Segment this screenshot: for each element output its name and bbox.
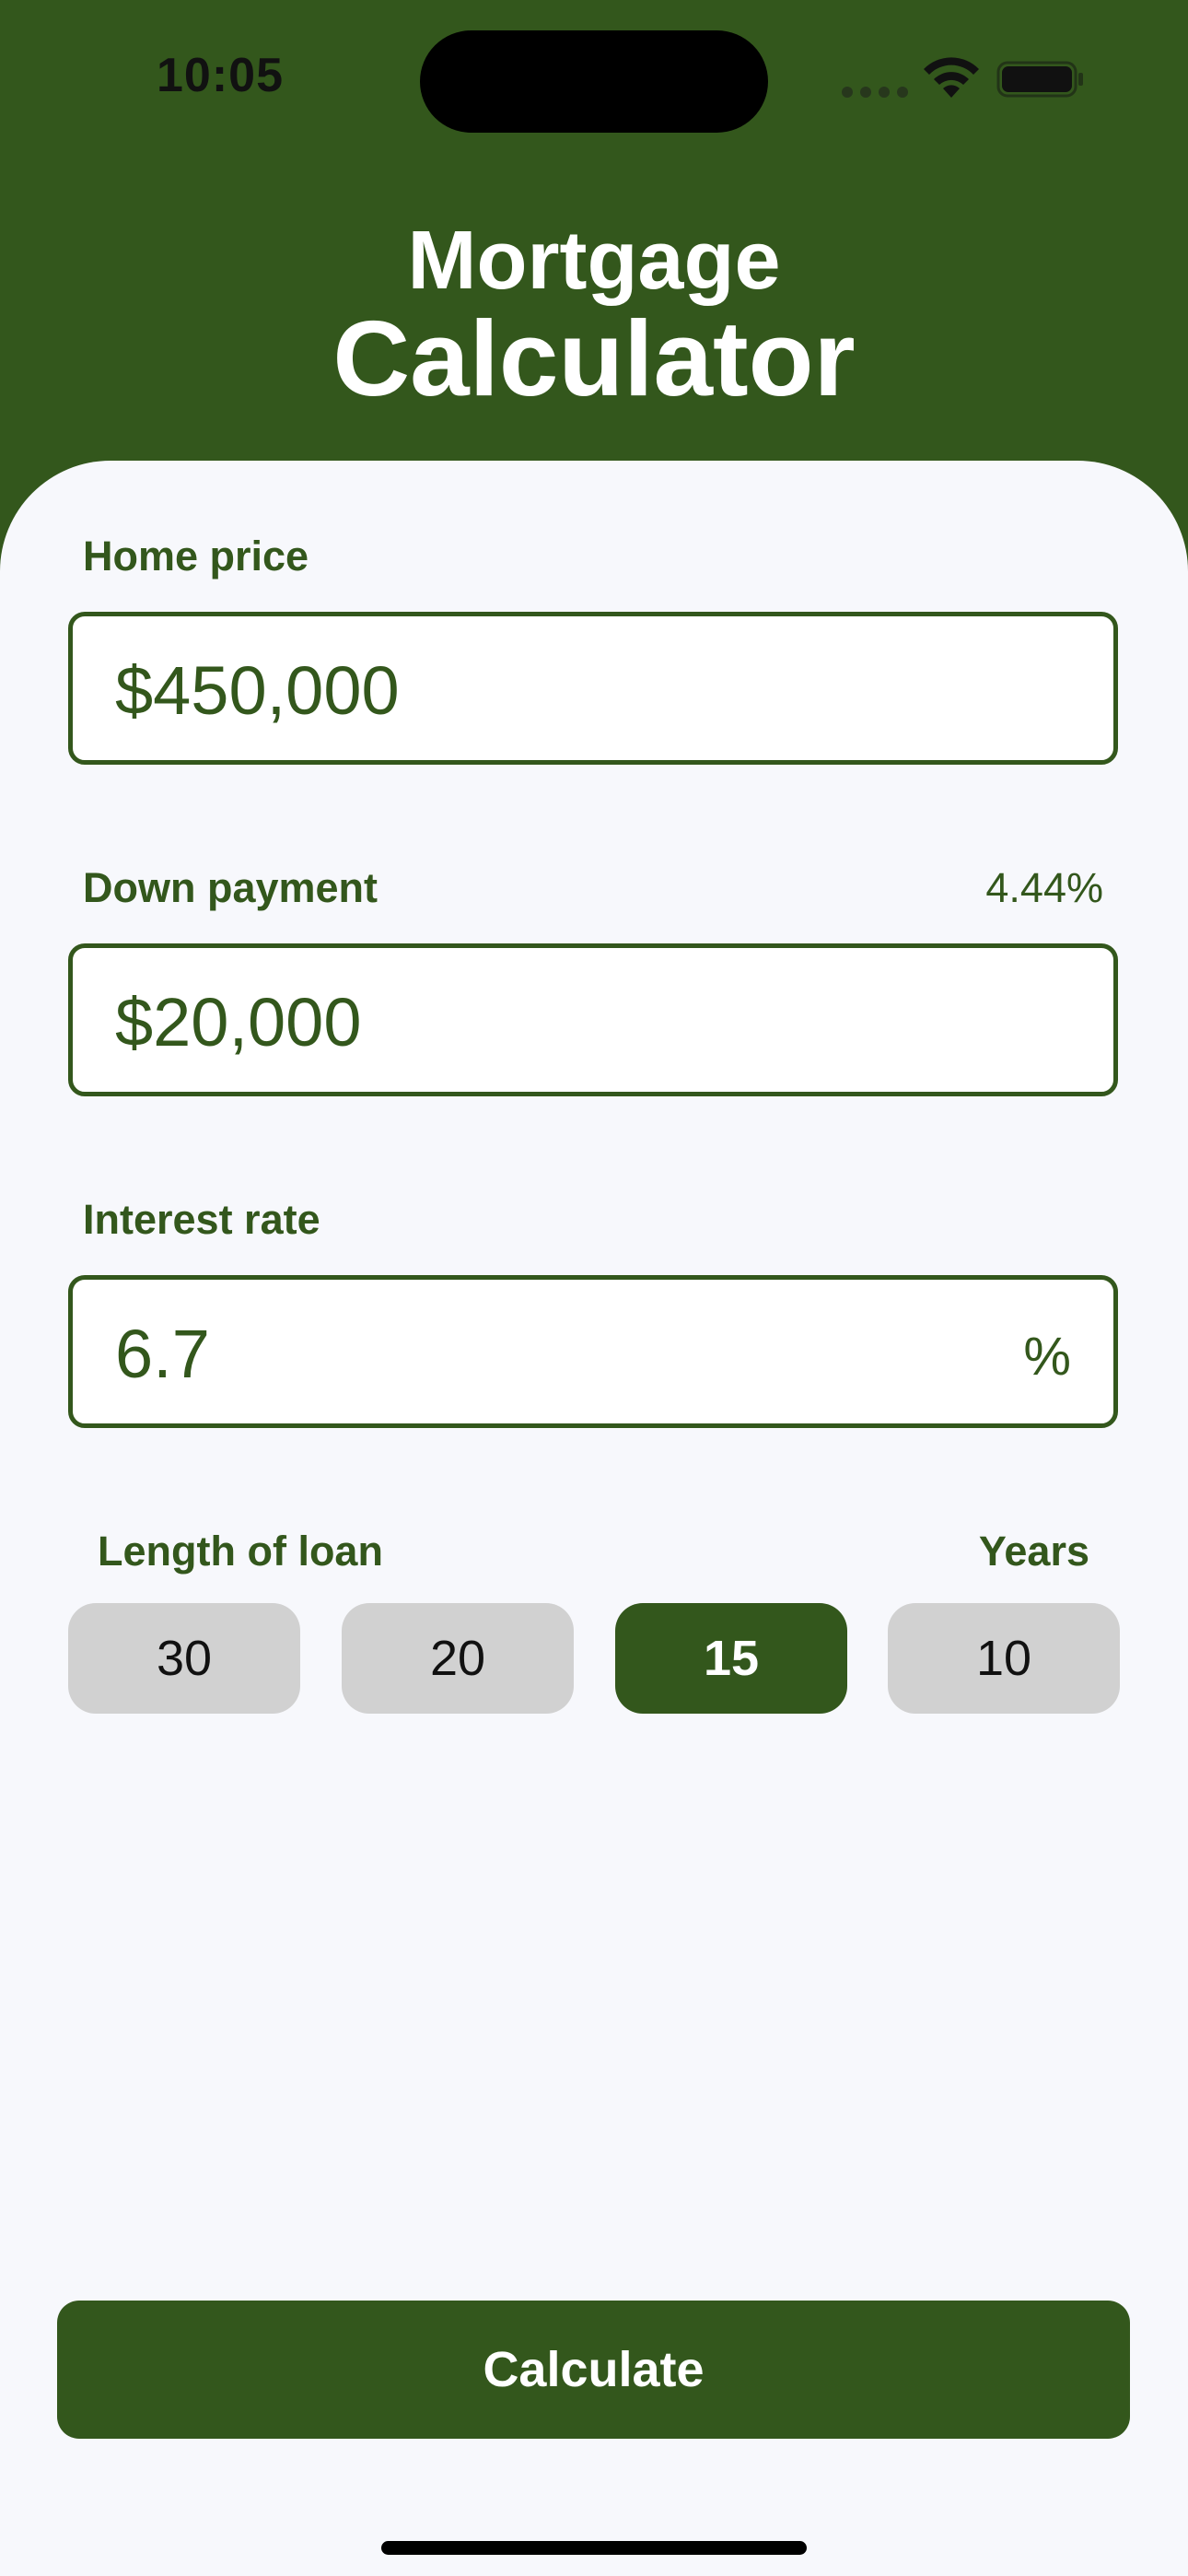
loan-term-10-button[interactable]: 10 [888,1603,1120,1714]
home-price-label: Home price [83,533,309,580]
loan-term-20-button[interactable]: 20 [342,1603,574,1714]
down-payment-value: $20,000 [115,984,362,1060]
home-price-value: $450,000 [115,652,400,729]
cellular-signal-icon [842,87,908,98]
page-title-line2: Calculator [332,299,856,418]
mortgage-calculator-screen: 10:05 Mortgage Calculator Home price $45… [0,0,1188,2576]
wifi-icon [924,57,979,98]
interest-rate-input[interactable]: 6.7 % [68,1275,1118,1428]
interest-rate-value: 6.7 [115,1316,210,1392]
battery-icon [996,61,1083,98]
home-price-input[interactable]: $450,000 [68,612,1118,765]
interest-rate-label: Interest rate [83,1196,320,1243]
down-payment-label: Down payment [83,864,379,911]
down-payment-percent: 4.44% [985,864,1103,911]
loan-term-30-button[interactable]: 30 [68,1603,300,1714]
page-title-line1: Mortgage [407,215,781,307]
form-card: Home price $450,000 Down payment 4.44% $… [0,461,1188,2576]
calculate-button[interactable]: Calculate [57,2301,1130,2439]
down-payment-input[interactable]: $20,000 [68,943,1118,1096]
dynamic-island [420,30,768,133]
loan-term-15-button[interactable]: 15 [615,1603,847,1714]
home-indicator[interactable] [381,2541,807,2555]
interest-rate-suffix: % [1023,1327,1071,1387]
status-time: 10:05 [157,49,284,102]
loan-years-label: Years [978,1528,1089,1575]
loan-length-label: Length of loan [98,1528,383,1575]
